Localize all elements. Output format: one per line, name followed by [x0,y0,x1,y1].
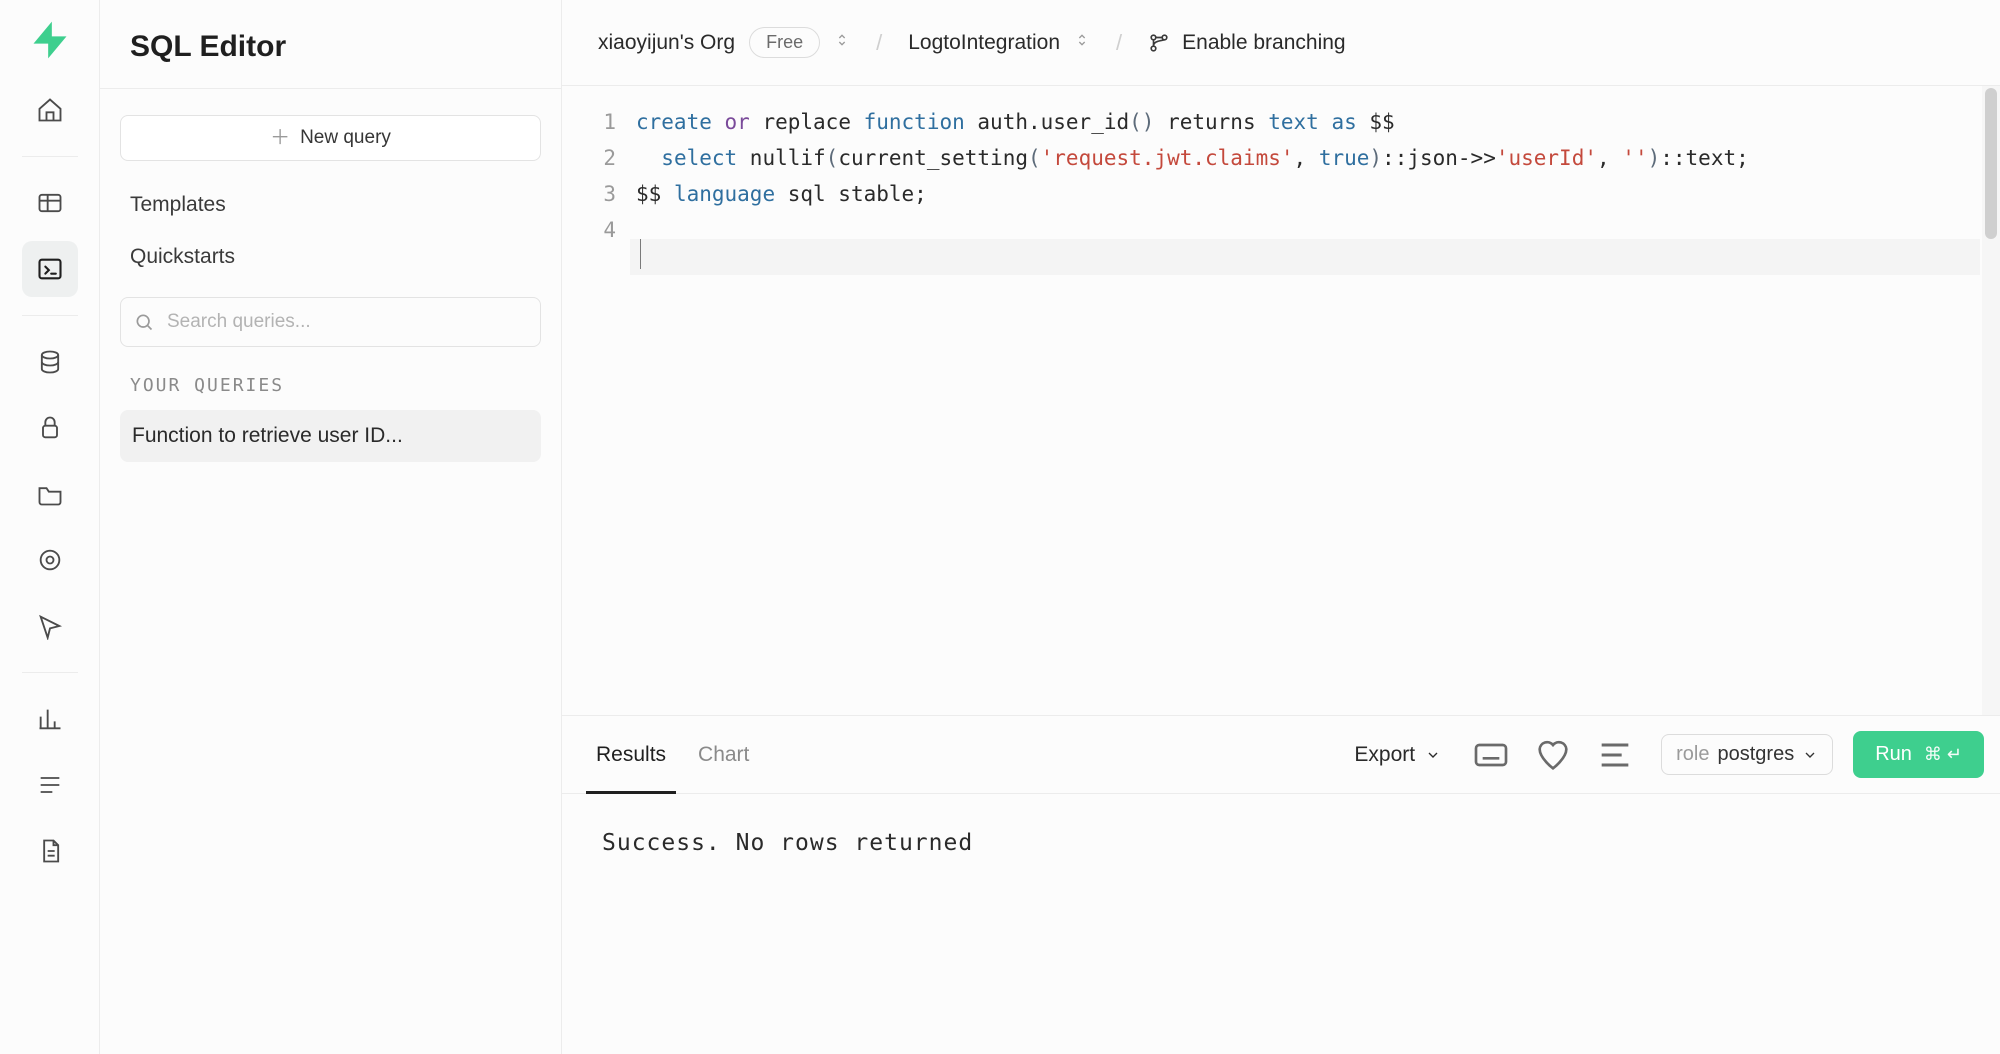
scrollbar-thumb[interactable] [1985,88,1997,239]
org-selector[interactable]: xiaoyijun's Org Free [598,27,850,58]
page-title: SQL Editor [100,0,561,89]
code-content[interactable]: create or replace function auth.user_id(… [630,86,2000,715]
tab-results[interactable]: Results [580,716,682,793]
nav-database[interactable] [22,334,78,390]
chevron-down-icon [1425,747,1441,763]
new-query-button[interactable]: ＋ New query [120,115,541,161]
results-toolbar: Results Chart Export role postgres [562,716,2000,794]
new-query-label: New query [300,127,391,149]
plus-icon: ＋ [270,128,290,148]
main: xiaoyijun's Org Free / LogtoIntegration … [562,0,2000,1054]
keyboard-icon[interactable] [1471,735,1511,775]
chevron-down-icon [1802,747,1818,763]
your-queries-label: YOUR QUERIES [120,367,541,410]
chevron-updown-icon [1074,32,1090,53]
search-input[interactable] [120,297,541,347]
nav-api-docs[interactable] [22,823,78,879]
git-branch-icon [1148,32,1170,54]
enable-branching-label: Enable branching [1182,31,1345,55]
breadcrumb-separator: / [1116,30,1122,56]
editor-cursor [640,239,641,269]
org-name: xiaoyijun's Org [598,31,735,55]
rail-divider [22,315,78,316]
quickstarts-link[interactable]: Quickstarts [120,231,541,283]
run-button[interactable]: Run ⌘ ↵ [1853,731,1984,778]
code-editor[interactable]: 1234 create or replace function auth.use… [562,86,2000,716]
run-shortcut: ⌘ ↵ [1924,744,1962,765]
nav-table-editor[interactable] [22,175,78,231]
breadcrumb: xiaoyijun's Org Free / LogtoIntegration … [562,0,2000,86]
editor-scrollbar[interactable] [1982,86,2000,715]
role-selector[interactable]: role postgres [1661,734,1833,775]
sidebar: SQL Editor ＋ New query Templates Quickst… [100,0,562,1054]
enable-branching-button[interactable]: Enable branching [1148,31,1345,55]
line-gutter: 1234 [562,86,630,715]
rail-divider [22,672,78,673]
nav-realtime[interactable] [22,598,78,654]
export-button[interactable]: Export [1340,735,1455,775]
format-icon[interactable] [1595,735,1635,775]
results-output: Success. No rows returned [562,794,2000,1054]
search-icon [134,312,154,332]
nav-storage[interactable] [22,466,78,522]
icon-rail [0,0,100,1054]
nav-auth[interactable] [22,400,78,456]
result-message: Success. No rows returned [602,830,973,856]
plan-badge: Free [749,27,820,58]
nav-logs[interactable] [22,757,78,813]
nav-reports[interactable] [22,691,78,747]
project-selector[interactable]: LogtoIntegration [908,31,1090,55]
chevron-updown-icon [834,32,850,53]
rail-divider [22,156,78,157]
tab-chart[interactable]: Chart [682,716,765,793]
query-item[interactable]: Function to retrieve user ID... [120,410,541,462]
breadcrumb-separator: / [876,30,882,56]
favorite-icon[interactable] [1533,735,1573,775]
supabase-logo-icon [28,18,72,62]
run-label: Run [1875,743,1912,766]
export-label: Export [1354,743,1415,767]
role-value: postgres [1717,743,1794,766]
project-name: LogtoIntegration [908,31,1060,55]
nav-home[interactable] [22,82,78,138]
role-prefix: role [1676,743,1709,766]
nav-sql-editor[interactable] [22,241,78,297]
templates-link[interactable]: Templates [120,179,541,231]
nav-edge-functions[interactable] [22,532,78,588]
